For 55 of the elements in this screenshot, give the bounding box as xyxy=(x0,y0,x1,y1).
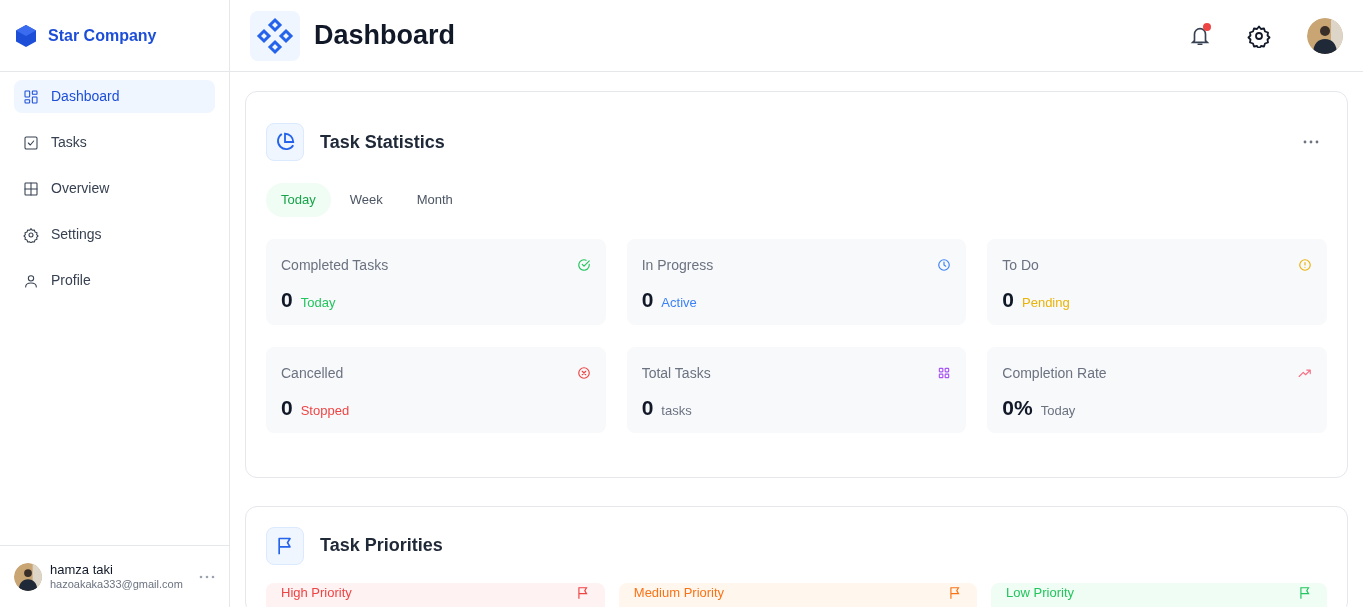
section-title: Task Statistics xyxy=(320,130,445,154)
period-tab[interactable]: Week xyxy=(334,183,398,217)
stat-value: 0 xyxy=(281,286,293,313)
stat-label: Cancelled xyxy=(281,363,344,383)
flag-icon xyxy=(575,585,590,600)
priority-label: High Priority xyxy=(281,585,352,602)
priority-label: Low Priority xyxy=(1006,585,1074,602)
pie-chart-icon xyxy=(266,123,304,161)
stat-label: Completed Tasks xyxy=(281,255,389,275)
stat-label: Completion Rate xyxy=(1002,363,1107,383)
sidebar-item[interactable]: Tasks xyxy=(14,126,215,159)
user-name: hamza taki xyxy=(50,561,114,578)
clock-icon xyxy=(937,258,952,272)
stat-note: Active xyxy=(661,293,697,312)
stat-note: tasks xyxy=(661,401,692,420)
check-circle-icon xyxy=(576,258,591,272)
brand-name: Star Company xyxy=(48,25,157,46)
stat-value: 0 xyxy=(1002,286,1014,313)
priority-label: Medium Priority xyxy=(633,585,725,602)
section-title: Task Priorities xyxy=(320,534,443,557)
stat-note: Stopped xyxy=(300,401,350,420)
checkbox-icon xyxy=(23,134,39,151)
stat-value: 0 xyxy=(641,394,654,421)
settings-icon[interactable] xyxy=(1247,23,1271,48)
page-title: Dashboard xyxy=(314,19,456,52)
avatar[interactable] xyxy=(1307,17,1343,54)
flag-icon xyxy=(1298,585,1312,600)
more-icon[interactable] xyxy=(1303,140,1319,144)
grid-icon xyxy=(937,366,952,380)
alert-icon xyxy=(1297,258,1312,272)
stat-value: 0 xyxy=(281,394,293,421)
period-tab[interactable]: Month xyxy=(401,183,468,217)
dashboard-icon xyxy=(23,88,39,105)
stat-note: Today xyxy=(1040,401,1076,420)
settings-icon xyxy=(23,226,39,243)
cube-logo-icon xyxy=(14,23,38,48)
user-email: hazoakaka333@gmail.com xyxy=(50,577,184,592)
stat-value: 0 xyxy=(641,286,654,313)
stat-label: In Progress xyxy=(641,255,714,275)
user-icon xyxy=(23,272,39,289)
table-icon xyxy=(23,180,39,197)
stat-label: Total Tasks xyxy=(641,363,711,383)
stat-value: 0% xyxy=(1002,394,1033,421)
stat-label: To Do xyxy=(1002,255,1039,275)
trend-up-icon xyxy=(1297,366,1312,380)
stat-note: Pending xyxy=(1022,293,1070,312)
logo-icon xyxy=(250,10,300,61)
sidebar-item[interactable]: Dashboard xyxy=(14,80,215,113)
stat-note: Today xyxy=(300,293,336,312)
cancel-icon xyxy=(576,366,591,380)
sidebar-item[interactable]: Settings xyxy=(14,218,215,251)
sidebar-item[interactable]: Profile xyxy=(14,264,215,297)
flag-icon xyxy=(266,526,304,565)
avatar[interactable] xyxy=(14,562,42,591)
sidebar-item[interactable]: Overview xyxy=(14,172,215,205)
